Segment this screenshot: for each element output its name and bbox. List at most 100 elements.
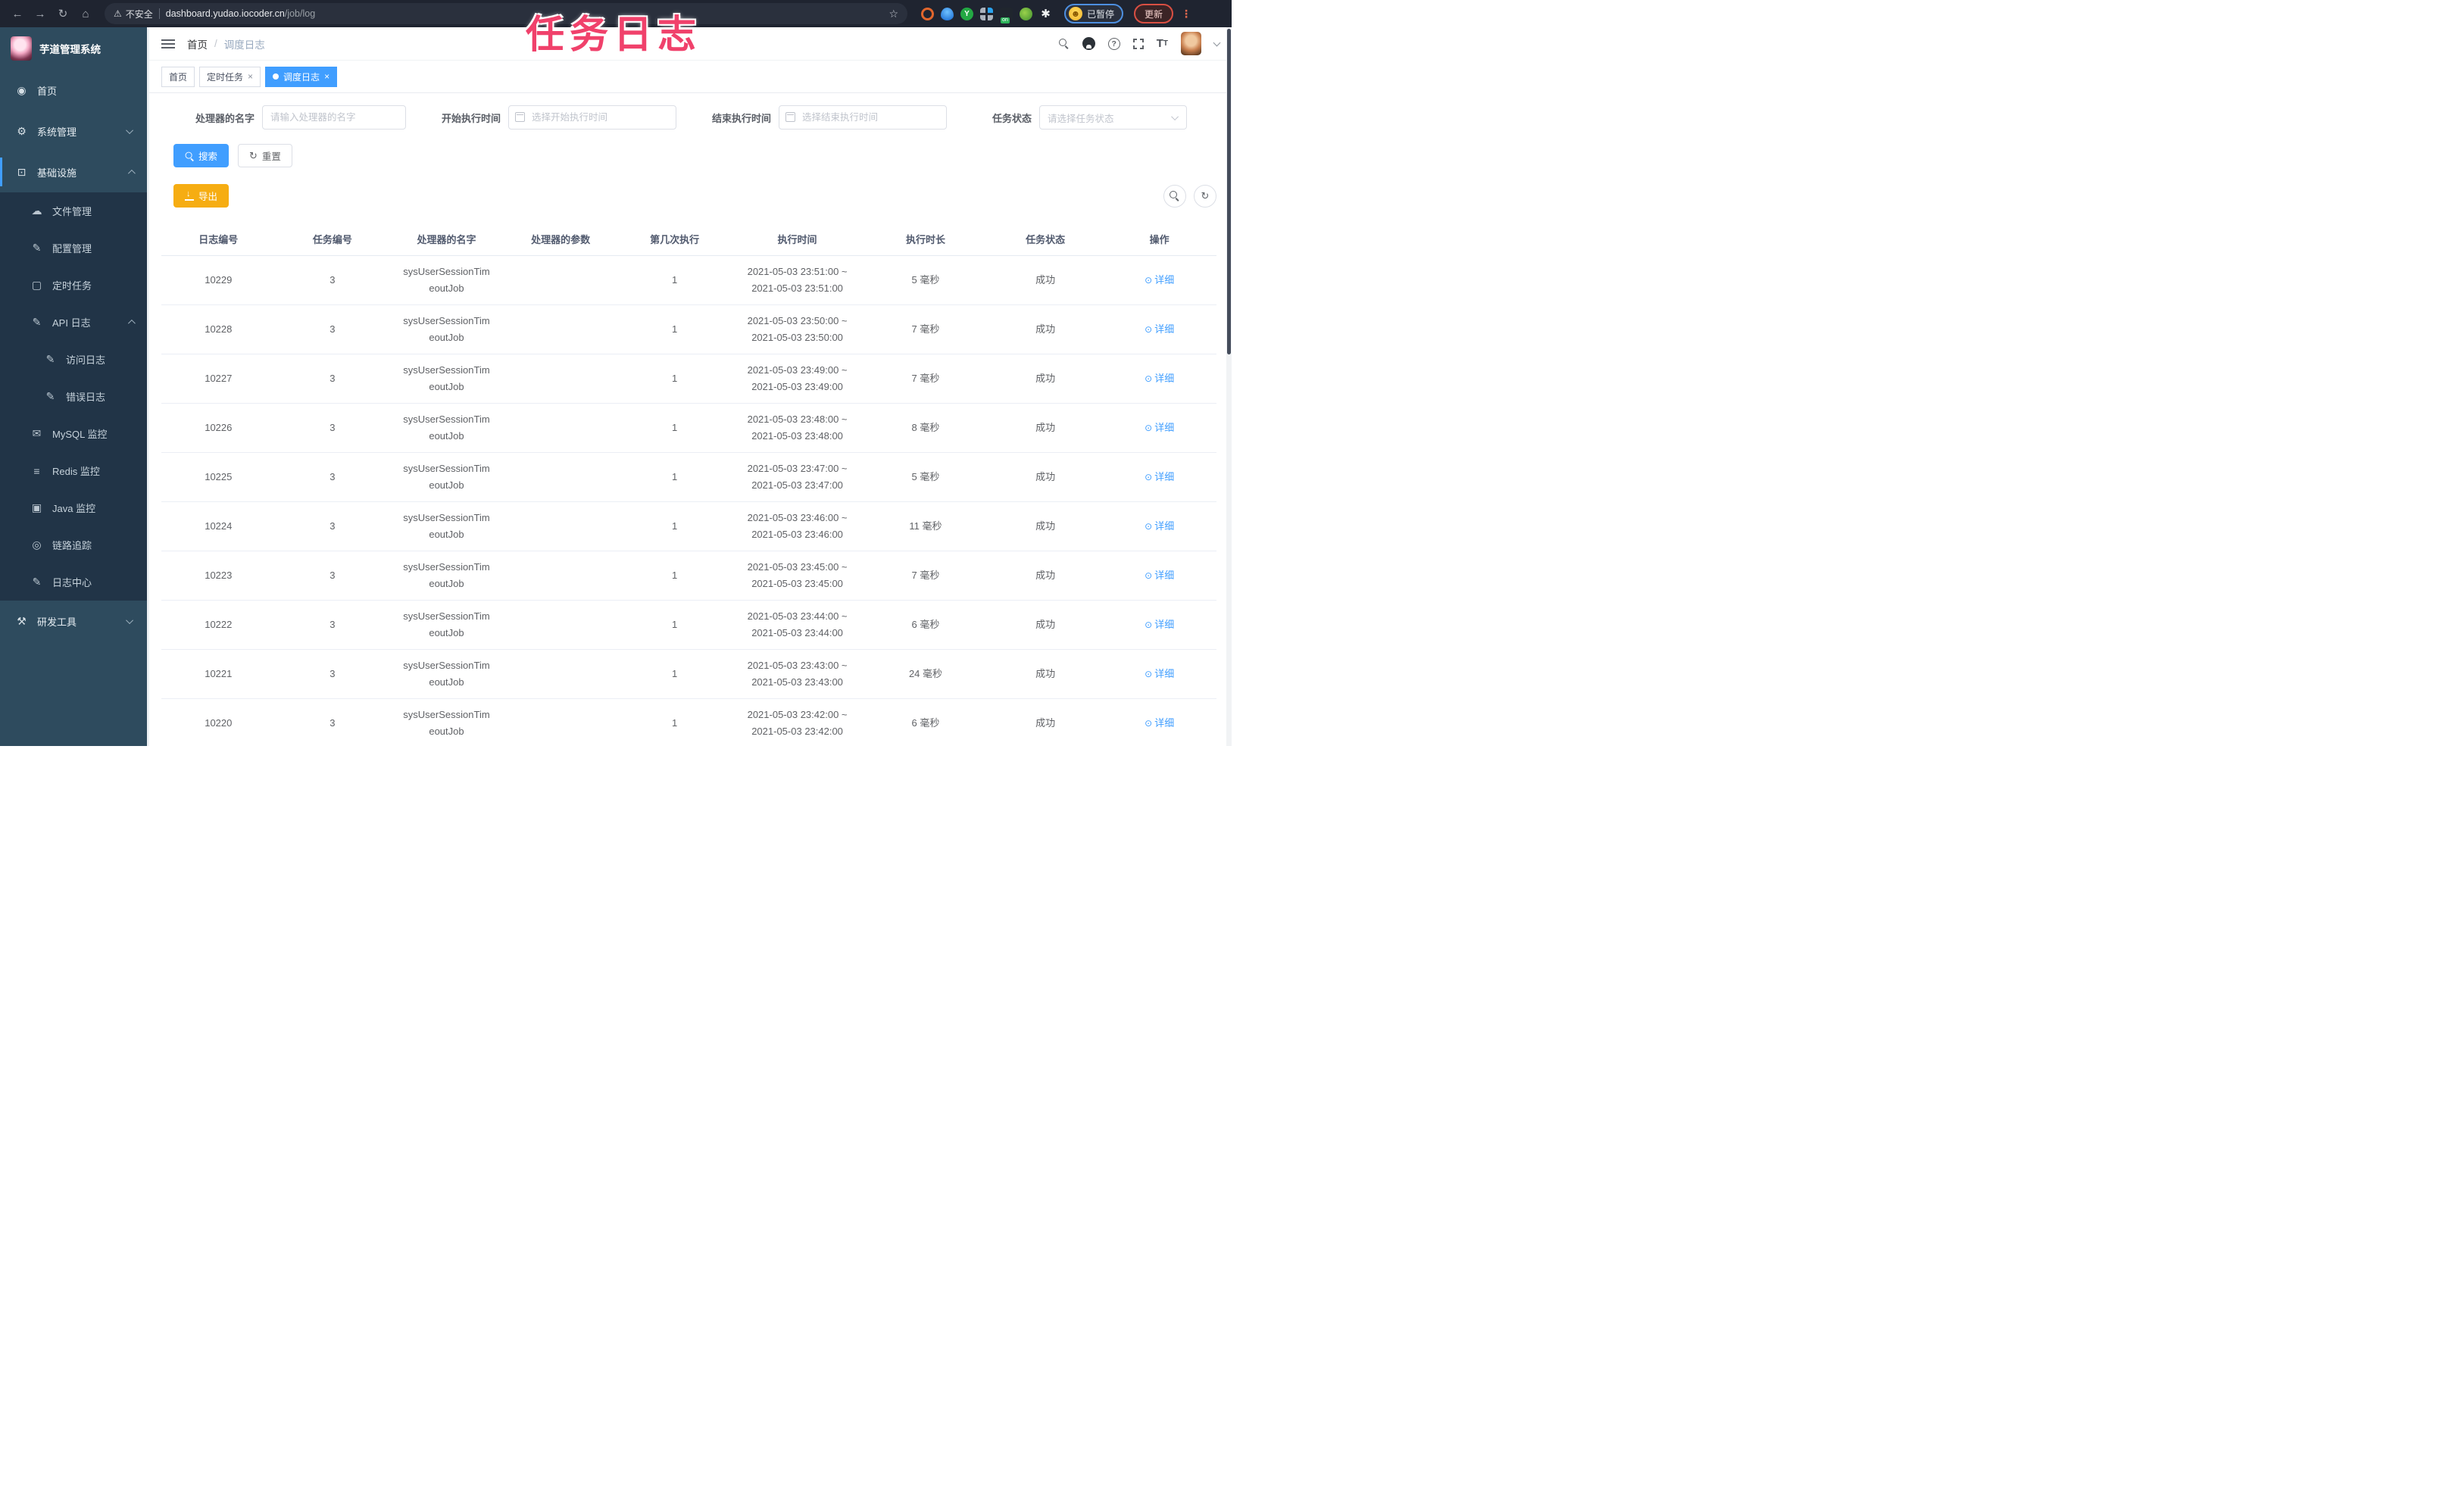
detail-link[interactable]: ⊙ 详细: [1145, 321, 1174, 338]
address-bar[interactable]: ⚠ 不安全 dashboard.yudao.iocoder.cn/job/log …: [105, 3, 907, 24]
cell-status: 成功: [1035, 667, 1056, 679]
sidebar-item-trace[interactable]: ◎ 链路追踪: [0, 526, 147, 563]
profile-avatar: ☻: [1069, 7, 1082, 20]
filter-begin-time: 开始执行时间: [429, 105, 676, 130]
detail-link[interactable]: ⊙ 详细: [1145, 567, 1174, 584]
extension-icon[interactable]: ✱: [1039, 8, 1052, 20]
column-header: 执行时长: [905, 234, 945, 246]
table-row: 10226 3 sysUserSessionTim eoutJob 1 2021-05-0…: [161, 404, 1216, 453]
chevron-down-icon: [126, 126, 134, 134]
detail-link[interactable]: ⊙ 详细: [1145, 469, 1174, 485]
begin-time-input[interactable]: [508, 105, 676, 130]
detail-link[interactable]: ⊙ 详细: [1145, 420, 1174, 436]
browser-reload-icon[interactable]: ↻: [53, 4, 73, 23]
browser-home-icon[interactable]: ⌂: [76, 4, 95, 23]
cell-execute-index: 1: [672, 716, 678, 729]
sidebar-item-log-center[interactable]: ✎ 日志中心: [0, 563, 147, 601]
sidebar-item-file-management[interactable]: ☁ 文件管理: [0, 192, 147, 229]
column-header: 执行时间: [777, 234, 817, 246]
end-time-input[interactable]: [779, 105, 947, 130]
sidebar-item-java-monitor[interactable]: ▣ Java 监控: [0, 489, 147, 526]
browser-back-icon[interactable]: ←: [8, 4, 27, 23]
eye-icon: ⊙: [1145, 422, 1153, 433]
toggle-search-button[interactable]: [1163, 184, 1186, 208]
cell-execute-index: 1: [672, 323, 678, 335]
user-avatar[interactable]: [1181, 32, 1201, 55]
detail-link[interactable]: ⊙ 详细: [1145, 715, 1174, 732]
sidebar-item-system-management[interactable]: ⚙ 系统管理: [0, 111, 147, 151]
cell-execute-index: 1: [672, 569, 678, 581]
export-button[interactable]: 导出: [173, 184, 230, 208]
column-header: 日志编号: [198, 234, 239, 246]
sidebar-item-api-log[interactable]: ✎ API 日志: [0, 304, 147, 341]
sidebar-item-redis-monitor[interactable]: ≡ Redis 监控: [0, 452, 147, 489]
breadcrumb-item[interactable]: 调度日志: [224, 36, 265, 52]
github-icon[interactable]: [1082, 37, 1095, 50]
dashboard-icon: ◉: [17, 83, 27, 96]
extension-icon[interactable]: Y: [960, 7, 973, 20]
sidebar-item-access-log[interactable]: ✎ 访问日志: [0, 341, 147, 378]
page-scrollbar[interactable]: [1226, 27, 1232, 746]
reset-button[interactable]: ↻ 重置: [238, 144, 292, 167]
table-header-row: 日志编号 任务编号 处理器的名字 处理器的参数 第几次执行 执行时间 执行时长 任务状态 操作: [161, 226, 1216, 256]
scrollbar-thumb[interactable]: [1227, 29, 1231, 354]
extension-icon[interactable]: [921, 7, 934, 20]
status-select[interactable]: 请选择任务状态: [1039, 105, 1187, 130]
breadcrumb-item[interactable]: 首页: [187, 36, 208, 52]
filter-status: 任务状态 请选择任务状态: [986, 105, 1187, 130]
cell-execute-index: 1: [672, 421, 678, 433]
extension-icon[interactable]: [941, 7, 954, 20]
sidebar-item-label: 定时任务: [52, 280, 92, 292]
header-toolbar: ? TT: [1058, 32, 1221, 55]
search-button[interactable]: 搜索: [173, 144, 230, 167]
cell-execute-time: 2021-05-03 23:50:00 ~2021-05-03 23:50:00: [747, 314, 848, 343]
tab-scheduled-tasks[interactable]: 定时任务 ×: [199, 66, 261, 87]
handler-name-input[interactable]: [262, 105, 406, 130]
sidebar-item-error-log[interactable]: ✎ 错误日志: [0, 378, 147, 415]
select-placeholder: 请选择任务状态: [1048, 113, 1114, 124]
sidebar-item-config-management[interactable]: ✎ 配置管理: [0, 229, 147, 267]
browser-update-button[interactable]: 更新: [1134, 4, 1174, 23]
cell-execute-index: 1: [672, 470, 678, 482]
fullscreen-icon[interactable]: [1132, 38, 1144, 49]
security-warning[interactable]: ⚠ 不安全: [114, 8, 153, 20]
bookmark-star-icon[interactable]: ☆: [888, 8, 898, 20]
close-icon[interactable]: ×: [324, 71, 329, 82]
sidebar-item-scheduled-tasks[interactable]: ▢ 定时任务: [0, 267, 147, 304]
detail-link[interactable]: ⊙ 详细: [1145, 518, 1174, 535]
help-icon[interactable]: ?: [1107, 37, 1120, 50]
browser-profile-chip[interactable]: ☻ 已暂停: [1064, 4, 1124, 23]
extension-icon[interactable]: [1020, 7, 1032, 20]
cell-duration: 7 毫秒: [911, 569, 940, 581]
tab-home[interactable]: 首页: [161, 66, 195, 87]
sidebar-item-mysql-monitor[interactable]: ✉ MySQL 监控: [0, 415, 147, 452]
cell-handler-name: sysUserSessionTim eoutJob: [403, 413, 490, 442]
sidebar-item-label: 链路追踪: [52, 540, 92, 551]
sidebar-item-infrastructure[interactable]: ⊡ 基础设施: [0, 151, 147, 192]
font-size-icon[interactable]: TT: [1157, 38, 1168, 49]
detail-link[interactable]: ⊙ 详细: [1145, 616, 1174, 633]
detail-link[interactable]: ⊙ 详细: [1145, 370, 1174, 387]
sidebar-item-label: 基础设施: [37, 167, 77, 179]
sidebar-item-home[interactable]: ◉ 首页: [0, 70, 147, 111]
browser-menu-icon[interactable]: ⋮: [1181, 8, 1191, 20]
detail-link[interactable]: ⊙ 详细: [1145, 666, 1174, 682]
warning-icon: ⚠: [114, 8, 122, 19]
cell-status: 成功: [1035, 618, 1056, 630]
app-logo[interactable]: 芋道管理系统: [0, 27, 147, 70]
log-table: 日志编号 任务编号 处理器的名字 处理器的参数 第几次执行 执行时间 执行时长 任务状态 操作 …: [161, 226, 1216, 746]
close-icon[interactable]: ×: [248, 71, 253, 82]
user-menu-caret-icon[interactable]: [1213, 39, 1221, 46]
browser-forward-icon[interactable]: →: [30, 4, 50, 23]
extension-icon[interactable]: [1000, 7, 1013, 23]
refresh-table-button[interactable]: ↻: [1194, 184, 1216, 208]
cell-duration: 7 毫秒: [911, 372, 940, 384]
cell-handler-name: sysUserSessionTim eoutJob: [403, 462, 490, 491]
eye-icon: ⊙: [1145, 274, 1153, 286]
extension-icon[interactable]: [980, 7, 993, 20]
detail-link[interactable]: ⊙ 详细: [1145, 272, 1174, 289]
search-icon[interactable]: [1058, 38, 1070, 49]
sidebar-item-dev-tools[interactable]: ⚒ 研发工具: [0, 601, 147, 641]
sidebar-toggle-icon[interactable]: [161, 39, 175, 48]
tab-schedule-log[interactable]: 调度日志 ×: [265, 66, 338, 87]
